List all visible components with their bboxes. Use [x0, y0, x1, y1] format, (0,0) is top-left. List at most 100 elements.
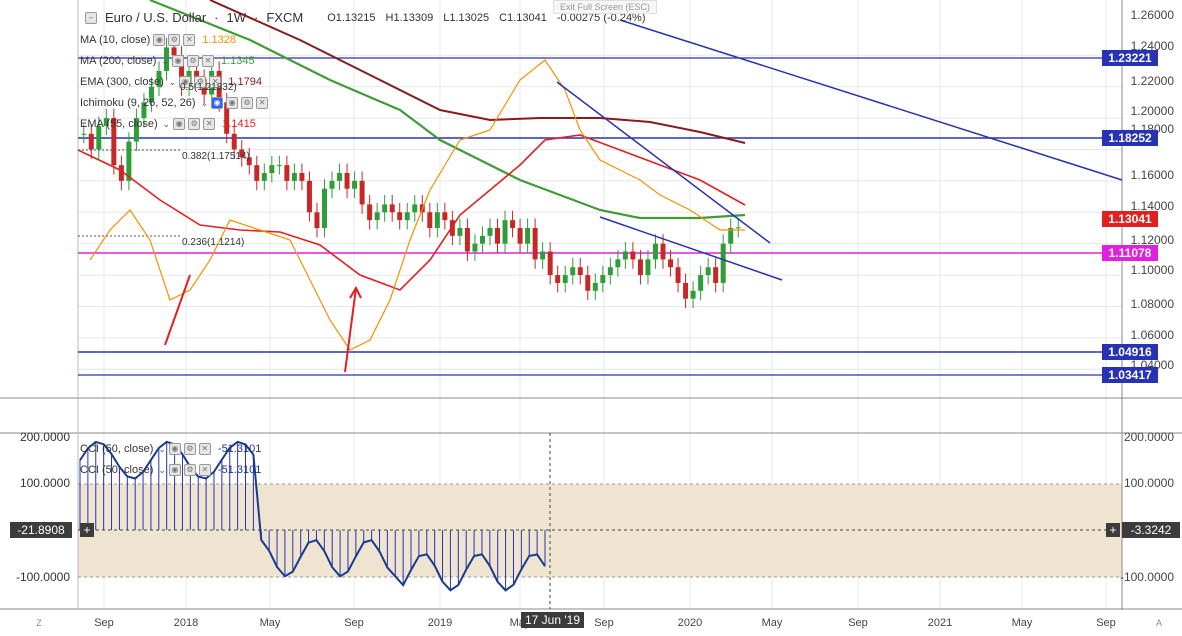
close-icon[interactable]: ✕ — [203, 118, 216, 130]
candle-body — [607, 267, 613, 276]
indicator-value: -51.3101 — [217, 464, 262, 476]
candle-body — [547, 251, 553, 276]
indicator-value: 1.1328 — [202, 34, 236, 46]
osc-tick-right: -100.0000 — [1119, 570, 1174, 584]
price-tag: 1.04916 — [1102, 344, 1158, 360]
gear-icon[interactable]: ⚙ — [241, 97, 254, 109]
exit-fullscreen-button[interactable]: Exit Full Screen (ESC) — [553, 0, 658, 14]
candle-body — [367, 204, 373, 221]
cursor-date-label: 17 Jun '19 — [521, 612, 585, 628]
candle-body — [261, 173, 267, 181]
candle-body — [479, 235, 485, 244]
indicator-value: -51.3101 — [217, 443, 262, 455]
candle-body — [397, 212, 403, 221]
indicator-name: CCI (50, close) — [80, 464, 154, 476]
candle-body — [291, 173, 297, 181]
cci-legend-2[interactable]: CCI (50, close) ⌄ ◉ ⚙ ✕ -51.3101 — [80, 462, 261, 478]
cci-legend-1[interactable]: CCI (50, close) ⌄ ◉ ⚙ ✕ -51.3101 — [80, 441, 261, 457]
low-value: L1.13025 — [443, 11, 490, 24]
chevron-down-icon[interactable]: ⌄ — [161, 56, 169, 67]
close-icon[interactable]: ✕ — [198, 464, 211, 476]
time-tick: Sep — [594, 617, 614, 629]
candle-body — [88, 133, 94, 150]
gear-icon[interactable]: ⚙ — [186, 55, 199, 67]
chevron-down-icon[interactable]: ⌄ — [163, 119, 171, 130]
indicator-name: CCI (50, close) — [80, 443, 154, 455]
osc-tick-left: 100.0000 — [19, 476, 70, 490]
candle-body — [510, 220, 516, 228]
candle-body — [495, 227, 501, 244]
osc-tick-right: 100.0000 — [1123, 476, 1174, 490]
eye-icon[interactable]: ◉ — [168, 443, 181, 455]
time-tick: May — [259, 617, 281, 629]
candle-body — [525, 227, 531, 244]
plus-icon[interactable]: + — [80, 523, 94, 537]
candle-body — [306, 180, 312, 213]
chevron-down-icon[interactable]: ⌄ — [158, 444, 166, 455]
eye-icon[interactable]: ◉ — [153, 34, 166, 46]
zoom-reset-button[interactable]: Z — [32, 618, 46, 632]
gear-icon[interactable]: ⚙ — [183, 443, 196, 455]
candle-body — [645, 259, 651, 276]
eye-icon[interactable]: ◉ — [173, 118, 186, 130]
candle-body — [592, 282, 598, 291]
candle-body — [487, 227, 493, 236]
candle-body — [517, 227, 523, 244]
gear-icon[interactable]: ⚙ — [183, 464, 196, 476]
close-icon[interactable]: ✕ — [198, 443, 211, 455]
close-icon[interactable]: ✕ — [183, 34, 196, 46]
candle-body — [314, 212, 320, 228]
price-tick: 1.10000 — [1130, 263, 1174, 277]
chevron-down-icon[interactable]: ⌄ — [201, 98, 209, 109]
chart-window[interactable]: – Euro / U.S. Dollar · 1W · FXCM O1.1321… — [0, 0, 1182, 636]
chevron-down-icon[interactable]: ⌄ — [158, 465, 166, 476]
price-tag-current: 1.13041 — [1102, 211, 1158, 227]
auto-scale-button[interactable]: A — [1152, 618, 1166, 632]
indicator-ema55[interactable]: EMA (55, close) ⌄ ◉ ⚙ ✕ 1.1415 — [80, 116, 256, 132]
osc-tick-left: -100.0000 — [15, 570, 70, 584]
time-tick: May — [1011, 617, 1033, 629]
price-tick: 1.26000 — [1130, 8, 1174, 22]
candle-body — [81, 133, 87, 135]
symbol-name[interactable]: Euro / U.S. Dollar — [105, 10, 206, 25]
candle-body — [600, 275, 606, 283]
close-value: C1.13041 — [499, 11, 547, 24]
price-tick: 1.06000 — [1130, 328, 1174, 342]
candle-body — [585, 275, 591, 291]
collapse-icon[interactable]: – — [85, 11, 97, 24]
candle-body — [321, 188, 327, 228]
candle-body — [555, 275, 561, 283]
indicator-ichimoku[interactable]: Ichimoku (9, 26, 52, 26) ⌄ ◉ ◉ ⚙ ✕ — [80, 95, 269, 111]
candle-body — [652, 243, 658, 260]
plus-icon[interactable]: + — [1106, 523, 1120, 537]
candle-body — [675, 267, 681, 283]
exchange-label: FXCM — [266, 10, 304, 25]
eye-icon[interactable]: ◉ — [168, 464, 181, 476]
indicator-name: Ichimoku (9, 26, 52, 26) — [80, 97, 196, 109]
eye-icon[interactable]: ◉ — [211, 97, 224, 109]
close-icon[interactable]: ✕ — [256, 97, 269, 109]
candle-body — [231, 133, 237, 150]
indicator-ma200[interactable]: MA (200, close) ⌄ ◉ ⚙ ✕ 1.1345 — [80, 53, 255, 69]
eye-icon[interactable]: ◉ — [171, 55, 184, 67]
time-tick: Sep — [344, 617, 364, 629]
candle-body — [382, 204, 388, 213]
indicator-name: EMA (55, close) — [80, 118, 158, 130]
indicator-ma10[interactable]: MA (10, close) ◉ ⚙ ✕ 1.1328 — [80, 32, 236, 48]
price-tag: 1.03417 — [1102, 367, 1158, 383]
candle-body — [442, 212, 448, 221]
interval-label[interactable]: 1W — [227, 10, 247, 25]
gear-icon[interactable]: ⚙ — [168, 34, 181, 46]
eye-icon[interactable]: ◉ — [226, 97, 239, 109]
candle-body — [690, 290, 696, 299]
osc-tick-left: 200.0000 — [19, 430, 70, 444]
price-tag: 1.18252 — [1102, 130, 1158, 146]
time-tick: 2019 — [427, 617, 453, 629]
price-tick: 1.20000 — [1130, 104, 1174, 118]
gear-icon[interactable]: ⚙ — [188, 118, 201, 130]
candle-body — [472, 243, 478, 252]
candle-body — [735, 227, 741, 229]
close-icon[interactable]: ✕ — [201, 55, 214, 67]
chevron-down-icon[interactable]: ⌄ — [169, 77, 177, 88]
time-tick: 2018 — [173, 617, 199, 629]
